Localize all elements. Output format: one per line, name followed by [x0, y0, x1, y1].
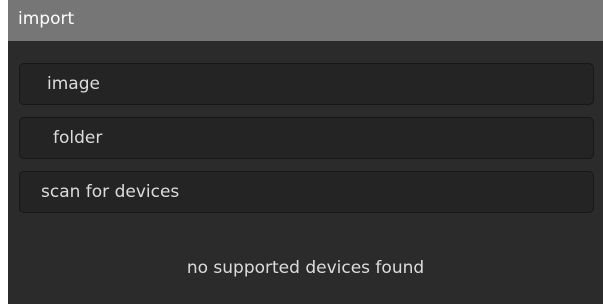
panel-header[interactable]: import [8, 0, 603, 41]
panel-title: import [18, 8, 75, 29]
import-image-button[interactable]: image [19, 63, 594, 105]
import-image-label: image [47, 74, 100, 94]
scan-devices-button[interactable]: scan for devices [19, 171, 594, 213]
scan-devices-label: scan for devices [41, 182, 180, 202]
import-folder-label: folder [53, 128, 103, 148]
import-folder-button[interactable]: folder [19, 117, 594, 159]
device-status-text: no supported devices found [186, 258, 425, 278]
import-panel: import image folder scan for devices no … [8, 0, 603, 304]
